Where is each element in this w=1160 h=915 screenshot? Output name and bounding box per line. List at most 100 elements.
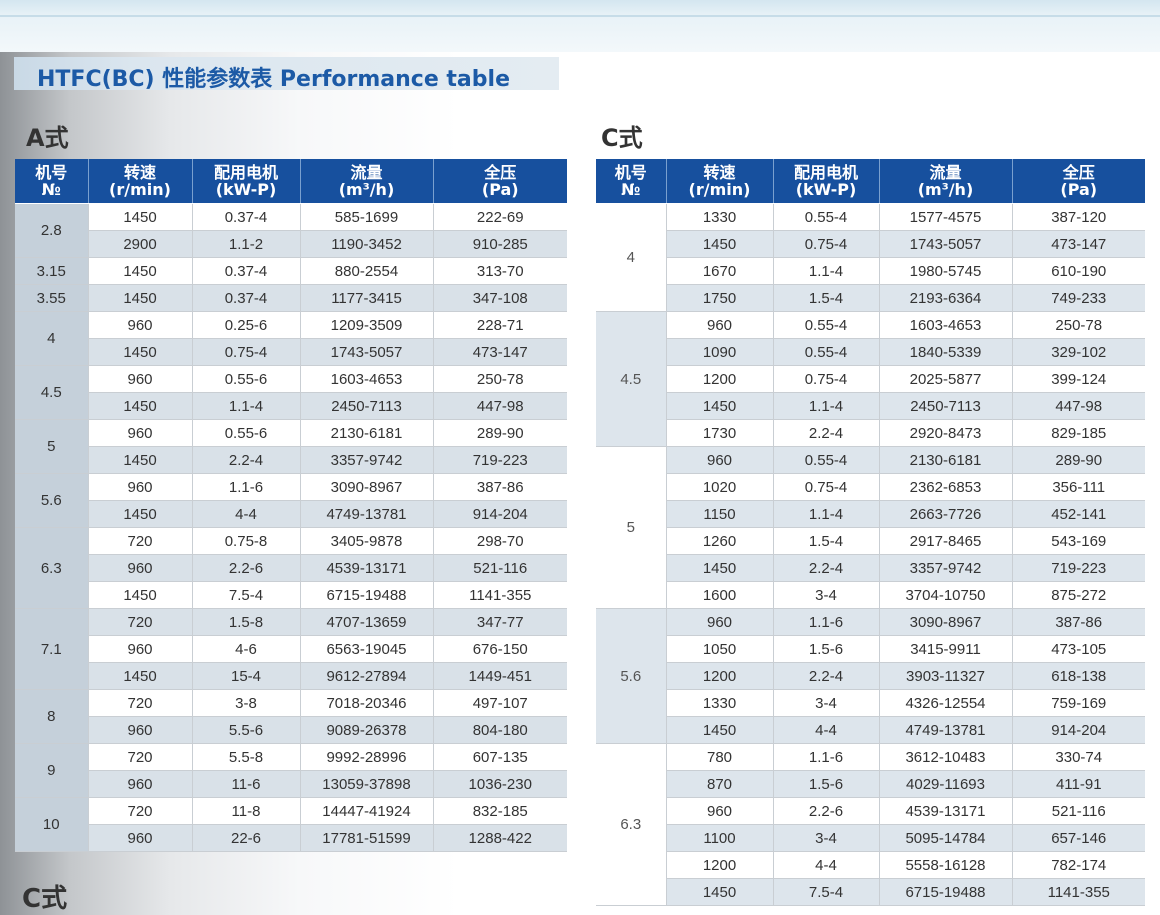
- motor-cell: 5.5-8: [192, 743, 301, 771]
- column-header-unit: (kW-P): [795, 180, 857, 199]
- column-header-unit: (m³/h): [338, 180, 395, 199]
- flow-cell: 880-2554: [300, 257, 434, 285]
- flow-cell: 1980-5745: [879, 257, 1013, 285]
- table-c-header-row: 机号 № 转速 (r/min) 配用电机 (kW-P) 流量 (m³/h) 全压 (Pa): [596, 159, 1145, 204]
- motor-cell: 3-4: [773, 824, 880, 852]
- motor-cell: 3-4: [773, 581, 880, 609]
- speed-cell: 1450: [666, 554, 774, 582]
- motor-cell: 11-6: [192, 770, 301, 798]
- pressure-cell: 875-272: [1012, 581, 1145, 609]
- speed-cell: 720: [88, 797, 193, 825]
- table-row: 1090 0.55-4 1840-5339 329-102: [596, 338, 1145, 366]
- table-row: 1670 1.1-4 1980-5745 610-190: [596, 257, 1145, 285]
- pressure-cell: 1036-230: [433, 770, 567, 798]
- motor-cell: 1.1-6: [773, 608, 880, 636]
- table-row: 1100 3-4 5095-14784 657-146: [596, 824, 1145, 852]
- table-row: 2.8 1450 0.37-4 585-1699 222-69: [15, 203, 567, 258]
- speed-cell: 960: [88, 419, 193, 447]
- speed-cell: 1020: [666, 473, 774, 501]
- pressure-cell: 347-108: [433, 284, 567, 312]
- speed-cell: 1200: [666, 662, 774, 690]
- page-title: HTFC(BC) 性能参数表 Performance table: [37, 67, 510, 92]
- machine-number-cell: 8: [15, 689, 89, 744]
- flow-cell: 6715-19488: [300, 581, 434, 609]
- motor-cell: 1.5-6: [773, 635, 880, 663]
- table-row: 1200 2.2-4 3903-11327 618-138: [596, 662, 1145, 690]
- column-header-label: 流量: [929, 163, 962, 182]
- motor-cell: 0.75-4: [773, 473, 880, 501]
- pressure-cell: 914-204: [1012, 716, 1145, 744]
- speed-cell: 1670: [666, 257, 774, 285]
- pressure-cell: 250-78: [433, 365, 567, 393]
- machine-number-cell: 4: [596, 203, 667, 312]
- column-header-unit: №: [621, 180, 641, 199]
- speed-cell: 780: [666, 743, 774, 771]
- motor-cell: 2.2-4: [192, 446, 301, 474]
- speed-cell: 1450: [88, 662, 193, 690]
- flow-cell: 2362-6853: [879, 473, 1013, 501]
- column-header: 配用电机 (kW-P): [192, 159, 301, 204]
- flow-cell: 9612-27894: [300, 662, 434, 690]
- column-header: 机号 №: [596, 159, 667, 204]
- column-header: 全压 (Pa): [433, 159, 567, 204]
- pressure-cell: 610-190: [1012, 257, 1145, 285]
- flow-cell: 3612-10483: [879, 743, 1013, 771]
- table-row: 4 960 0.25-6 1209-3509 228-71: [15, 311, 567, 366]
- flow-cell: 5095-14784: [879, 824, 1013, 852]
- speed-cell: 960: [88, 473, 193, 501]
- flow-cell: 585-1699: [300, 203, 434, 231]
- column-header-label: 机号: [614, 163, 647, 182]
- machine-number-cell: 9: [15, 743, 89, 798]
- flow-cell: 2663-7726: [879, 500, 1013, 528]
- motor-cell: 1.1-4: [773, 500, 880, 528]
- bottom-section-label: C式: [22, 884, 68, 914]
- speed-cell: 1330: [666, 689, 774, 717]
- motor-cell: 1.5-8: [192, 608, 301, 636]
- speed-cell: 1450: [666, 716, 774, 744]
- table-row: 1450 4-4 4749-13781 914-204: [596, 716, 1145, 744]
- speed-cell: 1450: [88, 581, 193, 609]
- flow-cell: 4749-13781: [879, 716, 1013, 744]
- speed-cell: 720: [88, 608, 193, 636]
- flow-cell: 4749-13781: [300, 500, 434, 528]
- speed-cell: 2900: [88, 230, 193, 258]
- pressure-cell: 521-116: [1012, 797, 1145, 825]
- speed-cell: 960: [666, 608, 774, 636]
- speed-cell: 720: [88, 743, 193, 771]
- pressure-cell: 447-98: [1012, 392, 1145, 420]
- flow-cell: 2450-7113: [879, 392, 1013, 420]
- title-bar: HTFC(BC) 性能参数表 Performance table: [14, 57, 559, 92]
- speed-cell: 1450: [666, 392, 774, 420]
- pressure-cell: 298-70: [433, 527, 567, 555]
- column-header-unit: №: [41, 180, 61, 199]
- flow-cell: 1577-4575: [879, 203, 1013, 231]
- speed-cell: 960: [88, 824, 193, 852]
- motor-cell: 4-4: [773, 851, 880, 879]
- column-header-label: 机号: [35, 163, 68, 182]
- speed-cell: 1260: [666, 527, 774, 555]
- table-row: 1450 0.75-4 1743-5057 473-147: [15, 338, 567, 366]
- motor-cell: 4-6: [192, 635, 301, 663]
- motor-cell: 4-4: [773, 716, 880, 744]
- table-row: 10 720 11-8 14447-41924 832-185: [15, 797, 567, 852]
- table-row: 1450 2.2-4 3357-9742 719-223: [15, 446, 567, 474]
- motor-cell: 0.55-4: [773, 338, 880, 366]
- pressure-cell: 250-78: [1012, 311, 1145, 339]
- machine-number-cell: 6.3: [596, 743, 667, 906]
- table-row: 9 720 5.5-8 9992-28996 607-135: [15, 743, 567, 798]
- flow-cell: 2917-8465: [879, 527, 1013, 555]
- pressure-cell: 543-169: [1012, 527, 1145, 555]
- motor-cell: 1.5-4: [773, 284, 880, 312]
- flow-cell: 1840-5339: [879, 338, 1013, 366]
- motor-cell: 7.5-4: [773, 878, 880, 906]
- pressure-cell: 782-174: [1012, 851, 1145, 879]
- table-row: 3.15 1450 0.37-4 880-2554 313-70: [15, 257, 567, 285]
- column-header: 流量 (m³/h): [300, 159, 434, 204]
- pressure-cell: 452-141: [1012, 500, 1145, 528]
- machine-number-cell: 4: [15, 311, 89, 366]
- table-row: 1730 2.2-4 2920-8473 829-185: [596, 419, 1145, 447]
- motor-cell: 1.5-6: [773, 770, 880, 798]
- motor-cell: 3-4: [773, 689, 880, 717]
- speed-cell: 1450: [666, 230, 774, 258]
- pressure-cell: 749-233: [1012, 284, 1145, 312]
